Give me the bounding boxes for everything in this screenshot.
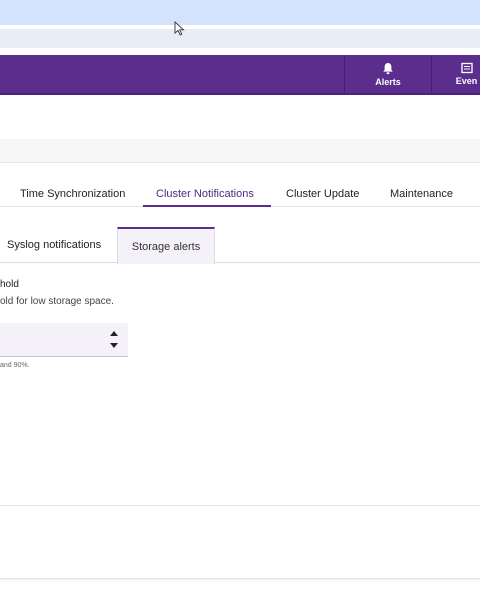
page-header-band <box>0 139 480 163</box>
alerts-label: Alerts <box>375 76 401 87</box>
browser-address-bar <box>0 25 480 53</box>
browser-tab-strip <box>0 0 480 25</box>
address-field[interactable] <box>0 29 480 48</box>
events-label: Even <box>455 76 478 86</box>
page-subheader <box>0 95 480 139</box>
storage-threshold-input[interactable] <box>0 323 128 357</box>
storage-threshold-label: hold <box>0 279 19 290</box>
subtab-syslog-notifications[interactable]: Syslog notifications <box>7 227 101 263</box>
top-navigation-bar: Alerts Even <box>0 55 480 95</box>
alerts-button[interactable]: Alerts <box>344 55 431 93</box>
active-tab-indicator <box>143 205 271 207</box>
events-icon <box>460 62 473 74</box>
notification-subtabs: Syslog notifications Storage alerts <box>0 227 480 264</box>
tab-maintenance[interactable]: Maintenance <box>390 188 453 200</box>
bell-icon <box>383 62 393 74</box>
events-button[interactable]: Even <box>431 55 480 93</box>
caret-up-icon[interactable] <box>110 331 118 336</box>
tab-cluster-notifications[interactable]: Cluster Notifications <box>156 188 254 200</box>
tab-time-synchronization[interactable]: Time Synchronization <box>20 188 125 200</box>
mouse-cursor-icon <box>174 21 185 36</box>
subtab-storage-alerts[interactable]: Storage alerts <box>117 227 215 264</box>
storage-threshold-description: old for low storage space. <box>0 296 114 307</box>
settings-tabs: Time Synchronization Cluster Notificatio… <box>0 163 480 207</box>
tab-cluster-update[interactable]: Cluster Update <box>286 188 359 200</box>
storage-threshold-hint: and 90%. <box>0 362 30 369</box>
section-divider <box>0 505 480 506</box>
footer-separator <box>0 578 480 582</box>
caret-down-icon[interactable] <box>110 343 118 348</box>
